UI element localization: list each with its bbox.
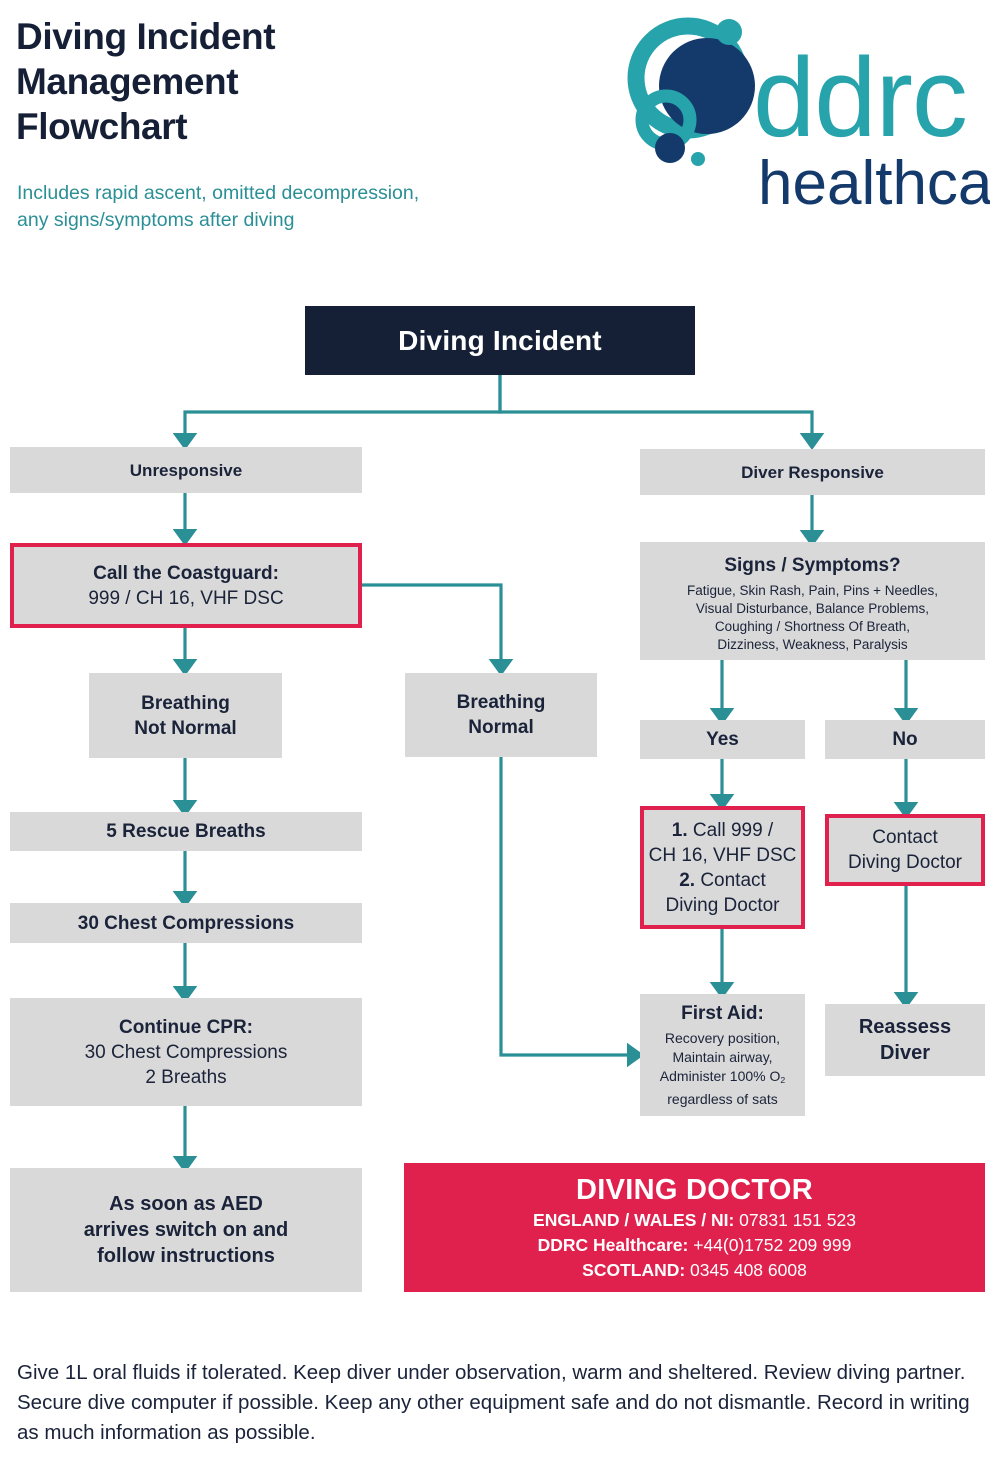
flowchart-page: Diving Incident Management Flowchart Inc… [0, 0, 1000, 1472]
node-yes-label: Yes [706, 729, 739, 750]
node-diver-responsive[interactable]: Diver Responsive [640, 449, 985, 495]
node-yes-action-step1-text: Call 999 / [687, 819, 774, 841]
banner-line-ddrc: DDRC Healthcare: +44(0)1752 209 999 [538, 1233, 852, 1258]
node-yes-action-step2-line2: Diving Doctor [665, 894, 780, 916]
banner-line2-value: +44(0)1752 209 999 [688, 1235, 852, 1255]
node-chest-compressions-label: 30 Chest Compressions [77, 912, 295, 934]
logo-ddrc-text: ddrc [753, 35, 967, 160]
banner-line3-label: SCOTLAND: [582, 1260, 686, 1280]
node-breathing-normal[interactable]: Breathing Normal [405, 673, 597, 757]
node-unresponsive[interactable]: Unresponsive [10, 447, 362, 493]
node-first-aid-line1: Recovery position, [664, 1030, 781, 1047]
node-rescue-breaths-label: 5 Rescue Breaths [106, 821, 266, 842]
link-breathing-normal-to-first-aid [499, 757, 645, 1068]
page-title: Diving Incident Management Flowchart [16, 16, 276, 147]
node-yes-action-step2: 2. Contact [679, 868, 766, 893]
node-no[interactable]: No [825, 720, 985, 759]
node-yes-action-step2-number: 2. [679, 869, 696, 891]
banner-line-scotland: SCOTLAND: 0345 408 6008 [582, 1258, 807, 1283]
node-diving-incident[interactable]: Diving Incident [305, 306, 695, 375]
node-continue-cpr-title: Continue CPR: [118, 1016, 254, 1038]
banner-line1-label: ENGLAND / WALES / NI: [533, 1210, 735, 1230]
banner-title: DIVING DOCTOR [576, 1174, 813, 1206]
banner-line-england-wales-ni: ENGLAND / WALES / NI: 07831 151 523 [533, 1208, 856, 1233]
node-yes-action-step1: 1. Call 999 / [672, 818, 773, 843]
diving-doctor-contact-banner[interactable]: DIVING DOCTOR ENGLAND / WALES / NI: 0783… [404, 1163, 985, 1292]
node-yes-action-step2-text: Contact [695, 869, 766, 891]
node-continue-cpr-detail: 30 Chest Compressions 2 Breaths [84, 1041, 288, 1088]
node-call-coastguard[interactable]: Call the Coastguard: 999 / CH 16, VHF DS… [10, 543, 362, 628]
node-diving-incident-label: Diving Incident [398, 324, 602, 356]
logo-svg: ddrc healthcare [627, 17, 1000, 218]
link-root-to-responsive [498, 375, 825, 451]
node-breathing-not-normal[interactable]: Breathing Not Normal [89, 673, 282, 758]
node-chest-compressions[interactable]: 30 Chest Compressions [10, 903, 362, 943]
node-reassess-diver[interactable]: Reassess Diver [825, 1004, 985, 1076]
ddrc-healthcare-logo: ddrc healthcare [610, 8, 1000, 248]
logo-healthcare-text: healthcare [758, 149, 990, 218]
node-signs-symptoms-detail: Fatigue, Skin Rash, Pain, Pins + Needles… [686, 582, 938, 652]
node-call-coastguard-title: Call the Coastguard: [93, 562, 279, 584]
node-aed[interactable]: As soon as AED arrives switch on and fol… [10, 1168, 362, 1292]
node-first-aid-title: First Aid: [681, 1003, 764, 1025]
node-first-aid-line3-text: Administer 100% O [659, 1068, 781, 1085]
node-reassess-diver-label: Reassess Diver [858, 1016, 952, 1064]
node-first-aid-line4: regardless of sats [667, 1090, 778, 1107]
node-continue-cpr[interactable]: Continue CPR: 30 Chest Compressions 2 Br… [10, 998, 362, 1106]
node-signs-symptoms[interactable]: Signs / Symptoms? Fatigue, Skin Rash, Pa… [640, 542, 985, 660]
node-unresponsive-label: Unresponsive [129, 460, 243, 480]
node-signs-symptoms-title: Signs / Symptoms? [724, 554, 901, 576]
node-diver-responsive-label: Diver Responsive [741, 462, 884, 482]
banner-line1-value: 07831 151 523 [734, 1210, 856, 1230]
node-aed-label: As soon as AED arrives switch on and fol… [83, 1193, 289, 1267]
link-root-to-unresponsive [172, 375, 502, 451]
node-yes-action-step1-number: 1. [671, 819, 688, 841]
link-coastguard-to-breathing-normal [362, 583, 514, 677]
node-first-aid-o2-subscript: 2 [780, 1074, 786, 1085]
node-yes-action-step1-line2: CH 16, VHF DSC [648, 844, 797, 866]
node-breathing-normal-label: Breathing Normal [456, 692, 546, 738]
node-no-label: No [892, 729, 918, 750]
node-rescue-breaths[interactable]: 5 Rescue Breaths [10, 812, 362, 851]
node-no-action[interactable]: Contact Diving Doctor [825, 814, 985, 886]
node-first-aid[interactable]: First Aid: Recovery position, Maintain a… [640, 994, 805, 1116]
page-subtitle: Includes rapid ascent, omitted decompres… [17, 182, 420, 231]
node-call-coastguard-detail: 999 / CH 16, VHF DSC [88, 587, 284, 609]
node-first-aid-line2: Maintain airway, [672, 1049, 773, 1066]
footer-note: Give 1L oral fluids if tolerated. Keep d… [17, 1361, 970, 1444]
banner-line2-label: DDRC Healthcare: [537, 1235, 689, 1255]
node-first-aid-line3: Administer 100% O2 [660, 1067, 785, 1090]
node-no-action-label: Contact Diving Doctor [847, 827, 963, 873]
banner-line3-value: 0345 408 6008 [685, 1260, 807, 1280]
node-breathing-not-normal-label: Breathing Not Normal [134, 692, 237, 739]
node-yes-action[interactable]: 1. Call 999 / CH 16, VHF DSC 2. Contact … [640, 806, 805, 929]
node-yes[interactable]: Yes [640, 720, 805, 759]
logo-bubbles-icon [627, 17, 755, 166]
